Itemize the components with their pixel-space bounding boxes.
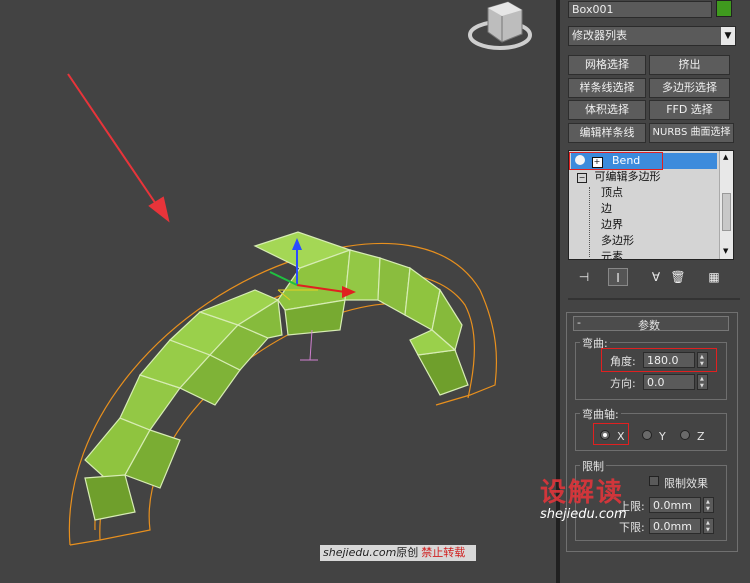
remove-modifier-icon[interactable]: 🗑 xyxy=(668,268,688,286)
make-unique-icon[interactable]: ∀ xyxy=(646,268,666,286)
scroll-thumb[interactable] xyxy=(722,193,731,231)
direction-label: 方向: xyxy=(610,377,636,390)
direction-input[interactable]: 0.0 xyxy=(643,374,695,390)
logo-url: shejiedu.com xyxy=(540,507,627,522)
ffd-select-button[interactable]: FFD 选择 xyxy=(649,100,730,120)
lower-limit-spinner[interactable] xyxy=(703,518,714,534)
watermark-bar: shejiedu.com原创 禁止转载 xyxy=(320,545,476,561)
watermark-no-repost: 禁止转载 xyxy=(421,546,466,559)
watermark-original: 原创 xyxy=(396,546,419,559)
stack-item-editable-poly-label: 可编辑多边形 xyxy=(594,170,661,183)
axis-z-label: Z xyxy=(697,430,705,443)
lower-limit-input[interactable]: 0.0mm xyxy=(649,518,701,534)
scroll-up-arrow-icon[interactable]: ▲ xyxy=(723,153,728,161)
show-end-result-icon[interactable]: Ⅰ xyxy=(608,268,628,286)
edit-spline-button[interactable]: 编辑样条线 xyxy=(568,123,646,143)
axis-x-label: X xyxy=(617,430,625,443)
limit-effect-checkbox[interactable] xyxy=(649,476,659,486)
params-title: 参数 xyxy=(638,319,660,332)
angle-spinner[interactable] xyxy=(697,352,708,368)
chevron-down-icon: ▼ xyxy=(721,27,735,45)
modifier-list-dropdown[interactable]: 修改器列表 ▼ xyxy=(568,26,736,46)
configure-sets-icon[interactable]: ▦ xyxy=(704,268,724,286)
direction-spinner[interactable] xyxy=(697,374,708,390)
viewport-perspective[interactable]: shejiedu.com原创 禁止转载 xyxy=(0,0,556,583)
limit-effect-label: 限制效果 xyxy=(664,477,708,490)
scroll-down-arrow-icon[interactable]: ▼ xyxy=(723,247,728,255)
angle-label: 角度: xyxy=(610,355,636,368)
scene-canvas[interactable] xyxy=(0,0,556,583)
mesh-select-button[interactable]: 网格选择 xyxy=(568,55,646,75)
object-name-field[interactable]: Box001 xyxy=(568,1,712,18)
watermark-site: shejiedu.com xyxy=(323,546,397,559)
object-color-swatch[interactable] xyxy=(716,0,732,17)
angle-input[interactable]: 180.0 xyxy=(643,352,695,368)
axis-z-radio[interactable] xyxy=(680,430,690,440)
axis-x-radio[interactable] xyxy=(600,430,610,440)
axis-y-radio[interactable] xyxy=(642,430,652,440)
axis-y-label: Y xyxy=(659,430,666,443)
upper-limit-spinner[interactable] xyxy=(703,497,714,513)
rollout-header[interactable]: - 参数 xyxy=(573,316,729,332)
collapse-minus-icon[interactable]: - xyxy=(577,316,581,329)
stack-item-editable-poly[interactable]: − 可编辑多边形 xyxy=(577,169,661,185)
divider xyxy=(568,298,740,300)
subitem-border[interactable]: 边界 xyxy=(601,217,623,233)
bend-axis-label: 弯曲轴: xyxy=(580,406,621,422)
modifier-list-label: 修改器列表 xyxy=(572,29,627,42)
spline-select-button[interactable]: 样条线选择 xyxy=(568,78,646,98)
collapse-minus-icon[interactable]: − xyxy=(577,173,587,183)
annotation-arrow xyxy=(67,73,170,223)
stack-tree-line xyxy=(589,187,590,257)
logo-text: 设解读 xyxy=(540,478,625,508)
nurbs-select-button[interactable]: NURBS 曲面选择 xyxy=(649,123,734,143)
extrude-button[interactable]: 挤出 xyxy=(649,55,730,75)
subitem-edge[interactable]: 边 xyxy=(601,201,612,217)
viewcube-icon xyxy=(468,1,532,50)
volume-select-button[interactable]: 体积选择 xyxy=(568,100,646,120)
poly-select-button[interactable]: 多边形选择 xyxy=(649,78,730,98)
subitem-vertex[interactable]: 顶点 xyxy=(601,185,623,201)
bend-highlight-box xyxy=(569,152,663,170)
stack-scrollbar[interactable]: ▲ ▼ xyxy=(719,151,733,259)
upper-limit-input[interactable]: 0.0mm xyxy=(649,497,701,513)
modifier-stack[interactable]: + Bend − 可编辑多边形 顶点 边 边界 多边形 元素 ▲ ▼ xyxy=(568,150,734,260)
pin-stack-icon[interactable]: ⊣ xyxy=(574,268,594,286)
subitem-polygon[interactable]: 多边形 xyxy=(601,233,634,249)
site-logo-watermark: 设解读 shejiedu.com xyxy=(540,478,650,528)
limit-group-label: 限制 xyxy=(580,458,606,474)
subitem-element[interactable]: 元素 xyxy=(601,249,623,259)
